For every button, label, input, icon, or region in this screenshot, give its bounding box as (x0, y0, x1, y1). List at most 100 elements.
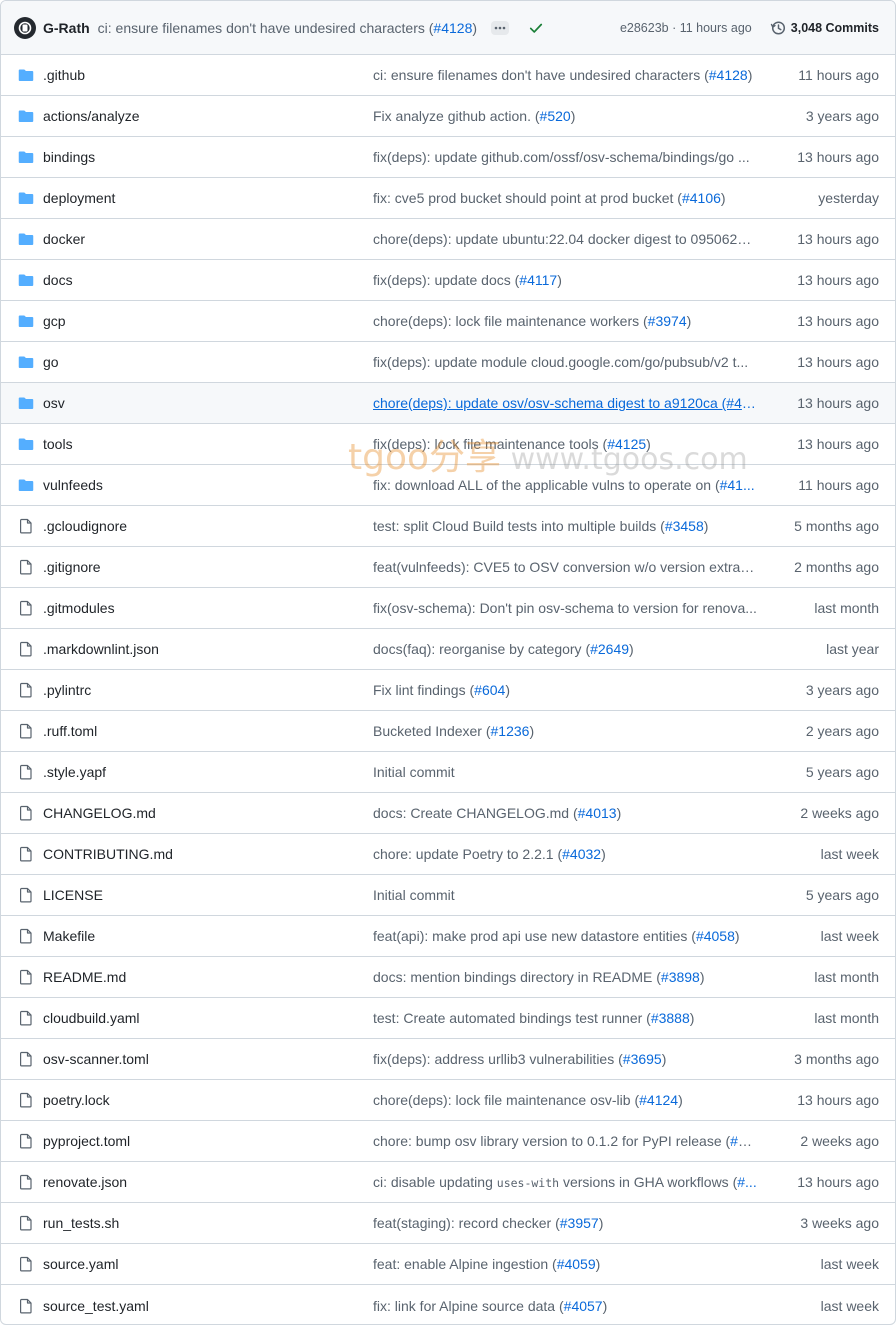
file-link[interactable]: run_tests.sh (43, 1215, 373, 1231)
file-link[interactable]: .gitignore (43, 559, 373, 575)
pr-link[interactable]: #4117 (519, 272, 557, 288)
commit-time[interactable]: 2 months ago (757, 559, 879, 575)
file-row[interactable]: actions/analyze Fix analyze github action… (1, 96, 895, 137)
file-row[interactable]: .ruff.toml Bucketed Indexer (#1236) 2 year… (1, 711, 895, 752)
pr-link[interactable]: #520 (540, 108, 571, 124)
commit-time[interactable]: 13 hours ago (757, 149, 879, 165)
commit-message-text[interactable]: chore(deps): lock file maintenance osv-l… (373, 1092, 639, 1108)
row-commit-message[interactable]: fix: cve5 prod bucket should point at pr… (373, 190, 757, 206)
row-commit-message[interactable]: docs: mention bindings directory in READ… (373, 969, 757, 985)
file-row[interactable]: poetry.lock chore(deps): lock file mainte… (1, 1080, 895, 1121)
commit-time[interactable]: last week (757, 1298, 879, 1314)
commit-message-text[interactable]: docs(faq): reorganise by category ( (373, 641, 590, 657)
file-link[interactable]: .pylintrc (43, 682, 373, 698)
file-link[interactable]: .markdownlint.json (43, 641, 373, 657)
commit-message-text[interactable]: fix: cve5 prod bucket should point at pr… (373, 190, 682, 206)
commit-message-text[interactable]: ci: disable updating (373, 1174, 497, 1190)
check-status-icon[interactable] (529, 21, 543, 35)
file-row[interactable]: source_test.yaml fix: link for Alpine sou… (1, 1285, 895, 1324)
file-row[interactable]: run_tests.sh feat(staging): record checke… (1, 1203, 895, 1244)
row-commit-message[interactable]: fix(osv-schema): Don't pin osv-schema to… (373, 600, 757, 616)
commit-time[interactable]: 13 hours ago (757, 1174, 879, 1190)
commits-count[interactable]: 3,048 Commits (791, 21, 879, 35)
row-commit-message[interactable]: ci: ensure filenames don't have undesire… (373, 67, 757, 83)
file-row[interactable]: cloudbuild.yaml test: Create automated bi… (1, 998, 895, 1039)
commit-message-text[interactable]: fix(deps): update github.com/ossf/osv-sc… (373, 149, 750, 165)
pr-link[interactable]: #4125 (607, 436, 646, 452)
file-row[interactable]: bindings fix(deps): update github.com/oss… (1, 137, 895, 178)
commit-message-text-2[interactable]: versions in GHA workflows ( (559, 1174, 737, 1190)
row-commit-message[interactable]: test: Create automated bindings test run… (373, 1010, 757, 1026)
commit-message-text[interactable]: feat: enable Alpine ingestion ( (373, 1256, 557, 1272)
pr-link[interactable]: #1236 (491, 723, 530, 739)
pr-link[interactable]: #3957 (560, 1215, 599, 1231)
file-link[interactable]: source_test.yaml (43, 1298, 373, 1314)
pr-link[interactable]: #4124 (639, 1092, 678, 1108)
file-link[interactable]: osv-scanner.toml (43, 1051, 373, 1067)
file-link[interactable]: Makefile (43, 928, 373, 944)
commit-time[interactable]: 13 hours ago (757, 395, 879, 411)
pr-link[interactable]: #3695 (623, 1051, 662, 1067)
pr-link[interactable]: #41... (720, 477, 755, 493)
commit-message-text[interactable]: ci: ensure filenames don't have undesire… (98, 20, 434, 36)
file-row[interactable]: renovate.json ci: disable updating uses-w… (1, 1162, 895, 1203)
file-row[interactable]: CHANGELOG.md docs: Create CHANGELOG.md (#… (1, 793, 895, 834)
pr-link[interactable]: #3458 (665, 518, 704, 534)
row-commit-message[interactable]: feat(staging): record checker (#3957) (373, 1215, 757, 1231)
commit-message-text[interactable]: Initial commit (373, 764, 455, 780)
row-commit-message[interactable]: chore(deps): lock file maintenance osv-l… (373, 1092, 757, 1108)
commit-message-text[interactable]: ci: ensure filenames don't have undesire… (373, 67, 709, 83)
file-row[interactable]: CONTRIBUTING.md chore: update Poetry to 2… (1, 834, 895, 875)
commit-message-text[interactable]: test: Create automated bindings test run… (373, 1010, 651, 1026)
commit-message-text[interactable]: Bucketed Indexer ( (373, 723, 491, 739)
file-link[interactable]: README.md (43, 969, 373, 985)
pr-link[interactable]: #4057 (564, 1298, 603, 1314)
file-link[interactable]: renovate.json (43, 1174, 373, 1190)
file-row[interactable]: LICENSE Initial commit 5 years ago (1, 875, 895, 916)
file-link[interactable]: source.yaml (43, 1256, 373, 1272)
commit-time[interactable]: 5 years ago (757, 764, 879, 780)
folder-link[interactable]: vulnfeeds (43, 477, 373, 493)
row-commit-message[interactable]: chore(deps): update ubuntu:22.04 docker … (373, 231, 757, 247)
commit-message-text[interactable]: docs: mention bindings directory in READ… (373, 969, 661, 985)
pr-link[interactable]: #4013 (578, 805, 617, 821)
row-commit-message[interactable]: ci: disable updating uses-with versions … (373, 1174, 757, 1190)
commit-time[interactable]: last month (757, 969, 879, 985)
file-row[interactable]: docker chore(deps): update ubuntu:22.04 d… (1, 219, 895, 260)
pr-link[interactable]: #4059 (557, 1256, 596, 1272)
file-row[interactable]: docs fix(deps): update docs (#4117) 13 hou… (1, 260, 895, 301)
commit-message-text[interactable]: fix(deps): address urllib3 vulnerabiliti… (373, 1051, 623, 1067)
file-link[interactable]: pyproject.toml (43, 1133, 373, 1149)
commit-time[interactable]: 3 years ago (757, 682, 879, 698)
file-link[interactable]: LICENSE (43, 887, 373, 903)
commit-message-text[interactable]: Initial commit (373, 887, 455, 903)
commit-time[interactable]: 5 years ago (757, 887, 879, 903)
folder-link[interactable]: bindings (43, 149, 373, 165)
commit-message[interactable]: ci: ensure filenames don't have undesire… (98, 20, 477, 36)
commit-time[interactable]: 13 hours ago (757, 354, 879, 370)
pr-link[interactable]: #4128 (709, 67, 748, 83)
pr-link[interactable]: #604 (474, 682, 505, 698)
commit-time[interactable]: 13 hours ago (757, 313, 879, 329)
file-link[interactable]: CHANGELOG.md (43, 805, 373, 821)
row-commit-message[interactable]: docs(faq): reorganise by category (#2649… (373, 641, 757, 657)
file-row[interactable]: vulnfeeds fix: download ALL of the applic… (1, 465, 895, 506)
commit-author[interactable]: G-Rath (43, 20, 90, 36)
file-link[interactable]: .gitmodules (43, 600, 373, 616)
commit-message-text[interactable]: Fix lint findings ( (373, 682, 474, 698)
row-commit-message[interactable]: Initial commit (373, 887, 757, 903)
commit-message-text[interactable]: fix(osv-schema): Don't pin osv-schema to… (373, 600, 757, 616)
row-commit-message[interactable]: fix: link for Alpine source data (#4057) (373, 1298, 757, 1314)
row-commit-message[interactable]: feat: enable Alpine ingestion (#4059) (373, 1256, 757, 1272)
commit-message-text[interactable]: chore(deps): update osv/osv-schema diges… (373, 395, 757, 411)
file-row[interactable]: README.md docs: mention bindings director… (1, 957, 895, 998)
file-link[interactable]: cloudbuild.yaml (43, 1010, 373, 1026)
commit-message-text[interactable]: chore: bump osv library version to 0.1.2… (373, 1133, 730, 1149)
commit-time[interactable]: last year (757, 641, 879, 657)
file-row[interactable]: tools fix(deps): lock file maintenance to… (1, 424, 895, 465)
file-link[interactable]: .style.yapf (43, 764, 373, 780)
commit-time[interactable]: yesterday (757, 190, 879, 206)
pr-link[interactable]: #4106 (682, 190, 721, 206)
commit-pr-link[interactable]: #4128 (433, 20, 472, 36)
commit-message-text[interactable]: Fix analyze github action. ( (373, 108, 540, 124)
